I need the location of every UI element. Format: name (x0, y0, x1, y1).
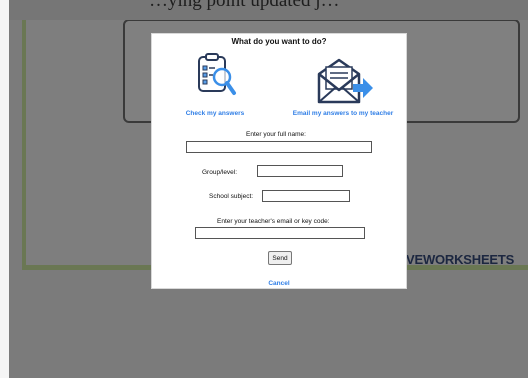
group-level-label: Group/level: (202, 169, 238, 176)
check-answers-label: Check my answers (185, 110, 245, 117)
full-name-input[interactable] (186, 141, 372, 153)
dialog-title: What do you want to do? (231, 37, 327, 46)
school-subject-label: School subject: (209, 193, 254, 200)
worksheet-top-text: …ying point updated j… (149, 0, 340, 11)
worksheet-top-strip: …ying point updated j… (9, 0, 528, 20)
send-button[interactable]: Send (268, 251, 292, 265)
teacher-email-input[interactable] (195, 227, 365, 239)
cancel-link[interactable]: Cancel (152, 280, 406, 287)
clipboard-magnifier-icon (198, 53, 236, 95)
full-name-label: Enter your full name: (246, 131, 306, 138)
teacher-email-label: Enter your teacher's email or key code: (217, 218, 330, 225)
page-left-margin (0, 0, 9, 378)
email-teacher-label: Email my answers to my teacher (292, 110, 394, 117)
envelope-arrow-icon (317, 58, 373, 104)
group-level-input[interactable] (257, 165, 343, 177)
school-subject-input[interactable] (262, 190, 350, 202)
brand-text: VEWORKSHEETS (406, 252, 515, 267)
email-teacher-option[interactable]: Email my answers to my teacher (278, 52, 408, 117)
finish-dialog: What do you want to do? Check my answers… (151, 33, 407, 289)
check-answers-option[interactable]: Check my answers (170, 52, 260, 117)
